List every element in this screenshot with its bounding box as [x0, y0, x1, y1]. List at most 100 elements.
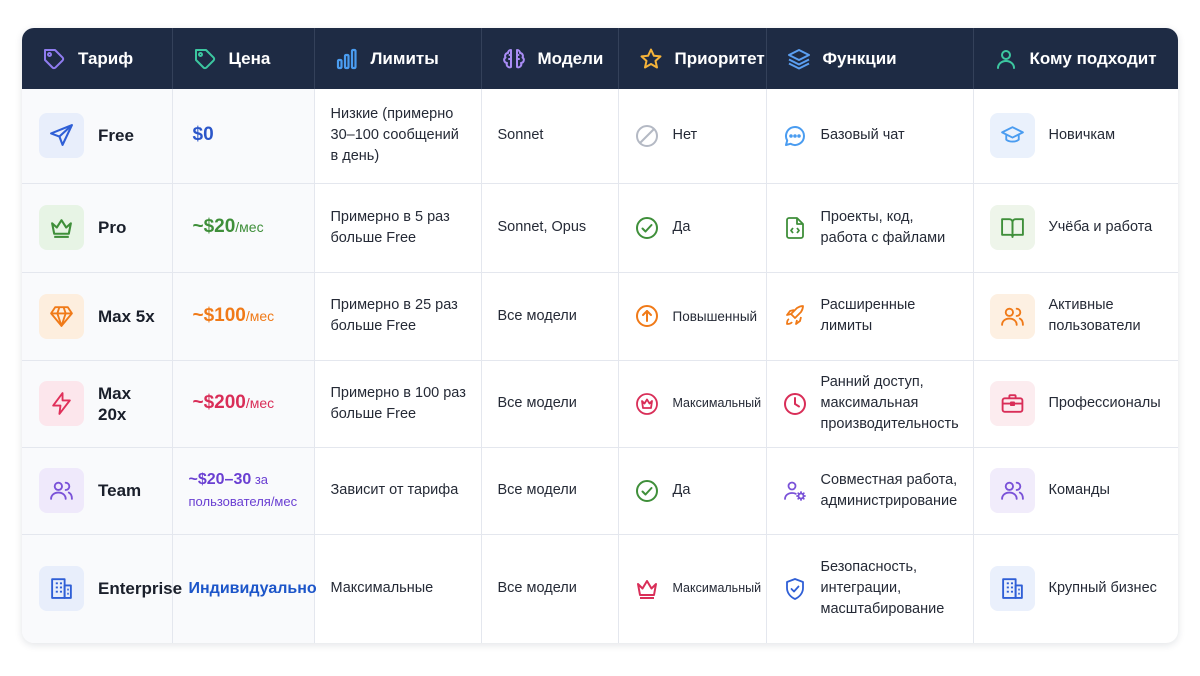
plan-cell[interactable]: Max 5x	[22, 272, 173, 361]
header-features-label: Функции	[822, 48, 897, 68]
audience-tile	[989, 205, 1035, 250]
table-row: Max 20x ~$200/мес Примерно в 100 раз бол…	[22, 360, 1178, 448]
plan-name: Max 20x	[98, 383, 132, 424]
table-row: Team ~$20–30 за пользователя/мес Зависит…	[22, 447, 1178, 535]
price-value: ~$20–30 за пользователя/мес	[189, 471, 298, 510]
header-plan[interactable]: Тариф	[22, 28, 173, 89]
priority-label: Повышенный	[672, 308, 758, 324]
models-cell: Все модели	[481, 534, 619, 643]
price-cell: ~$100/мес	[172, 272, 315, 361]
plan-tile	[39, 381, 84, 426]
features-cell: Проекты, код, работа с файлами	[766, 183, 974, 273]
shield-check-icon	[785, 577, 804, 600]
plan-cell[interactable]: Pro	[22, 183, 173, 273]
limits-cell: Примерно в 5 раз больше Free	[314, 183, 482, 273]
building-icon	[51, 578, 72, 600]
team-icon	[50, 481, 73, 500]
limits-cell: Максимальные	[314, 534, 482, 643]
priority-cell: Максимальный	[618, 360, 767, 448]
check-circle-icon	[635, 479, 658, 502]
price-cell: ~$200/мес	[172, 360, 315, 448]
price-unit: /мес	[235, 219, 264, 235]
price-amount: ~$100	[192, 304, 246, 326]
price-cell: ~$20–30 за пользователя/мес	[172, 447, 315, 535]
header-models-label: Модели	[537, 48, 604, 68]
brain-icon	[502, 48, 525, 68]
tag-icon	[44, 48, 65, 69]
plan-tile	[39, 566, 84, 612]
price-value: $0	[192, 124, 214, 146]
price-tag-icon	[194, 48, 215, 69]
code-file-icon	[785, 216, 804, 239]
header-models[interactable]: Модели	[481, 28, 619, 89]
table-header-row: Тариф Цена Лимиты Модели Приоритет Функц…	[22, 28, 1178, 89]
plan-cell[interactable]: Team	[22, 447, 173, 535]
features-cell: Безопасность, интеграции, масштабировани…	[766, 534, 974, 643]
price-value: Индивидуально	[188, 579, 317, 597]
priority-label: Нет	[672, 127, 698, 144]
lightning-icon	[52, 392, 71, 415]
features-label: Совместная работа, администрирование	[820, 471, 958, 509]
models-cell: Sonnet, Opus	[481, 183, 619, 273]
user-icon	[996, 49, 1015, 69]
audience-tile	[989, 566, 1035, 612]
layers-icon	[787, 48, 810, 69]
audience-tile	[989, 293, 1035, 339]
priority-label: Да	[672, 482, 691, 498]
features-cell: Базовый чат	[766, 89, 974, 184]
header-audience[interactable]: Кому подходит	[973, 28, 1178, 89]
header-limits-label: Лимиты	[370, 48, 439, 68]
plan-name: Team	[98, 481, 142, 500]
audience-label: Новичкам	[1048, 127, 1116, 144]
table-row: Pro ~$20/мес Примерно в 5 раз больше Fre…	[22, 183, 1178, 273]
header-price-label: Цена	[228, 48, 271, 68]
features-label: Проекты, код, работа с файлами	[820, 208, 946, 246]
plan-cell[interactable]: Enterprise	[22, 534, 182, 643]
priority-cell: Да	[618, 183, 767, 273]
plan-name: Pro	[98, 218, 127, 237]
arrow-up-circle-icon	[635, 305, 658, 327]
price-unit: /мес	[245, 395, 275, 411]
audience-cell: Команды	[973, 447, 1178, 535]
price-cell: ~$20/мес	[172, 183, 315, 273]
audience-cell: Учёба и работа	[973, 183, 1178, 273]
audience-label: Активные пользователи	[1048, 297, 1141, 334]
graduation-cap-icon	[1000, 126, 1024, 143]
diamond-icon	[50, 305, 73, 327]
plan-cell[interactable]: Free	[22, 89, 173, 184]
plan-name: Free	[98, 126, 134, 146]
header-features[interactable]: Функции	[766, 28, 974, 89]
limits-cell: Примерно в 25 раз больше Free	[314, 272, 482, 361]
features-cell: Расширенные лимиты	[766, 272, 974, 361]
audience-cell: Профессионалы	[973, 360, 1178, 448]
priority-cell: Повышенный	[618, 272, 767, 361]
features-label: Безопасность, интеграции, масштабировани…	[820, 559, 945, 618]
price-unit: /мес	[245, 307, 275, 324]
plan-cell[interactable]: Max 20x	[22, 360, 173, 448]
features-label: Базовый чат	[820, 127, 905, 144]
audience-tile	[989, 113, 1035, 159]
bar-chart-icon	[336, 48, 357, 69]
price-value: ~$20/мес	[193, 216, 264, 237]
limits-cell: Зависит от тарифа	[314, 447, 482, 535]
crown-icon	[636, 579, 657, 599]
priority-label: Да	[672, 219, 691, 235]
header-limits[interactable]: Лимиты	[314, 28, 482, 89]
features-cell: Совместная работа, администрирование	[766, 447, 974, 535]
price-amount: ~$20–30	[188, 470, 252, 488]
plan-tile	[39, 468, 84, 513]
price-amount: ~$200	[192, 392, 246, 413]
table-row: Max 5x ~$100/мес Примерно в 25 раз больш…	[22, 272, 1178, 361]
star-icon	[640, 48, 661, 68]
plan-name: Enterprise	[98, 579, 183, 599]
header-price[interactable]: Цена	[172, 28, 315, 89]
briefcase-icon	[1001, 394, 1023, 413]
rocket-icon	[785, 305, 804, 325]
user-gear-icon	[783, 481, 806, 501]
header-priority[interactable]: Приоритет	[618, 28, 767, 89]
features-label: Ранний доступ, максимальная производител…	[820, 374, 959, 432]
models-cell: Все модели	[481, 447, 619, 535]
audience-label: Учёба и работа	[1048, 219, 1153, 235]
check-circle-icon	[635, 216, 658, 239]
priority-label: Максимальный	[672, 396, 762, 410]
